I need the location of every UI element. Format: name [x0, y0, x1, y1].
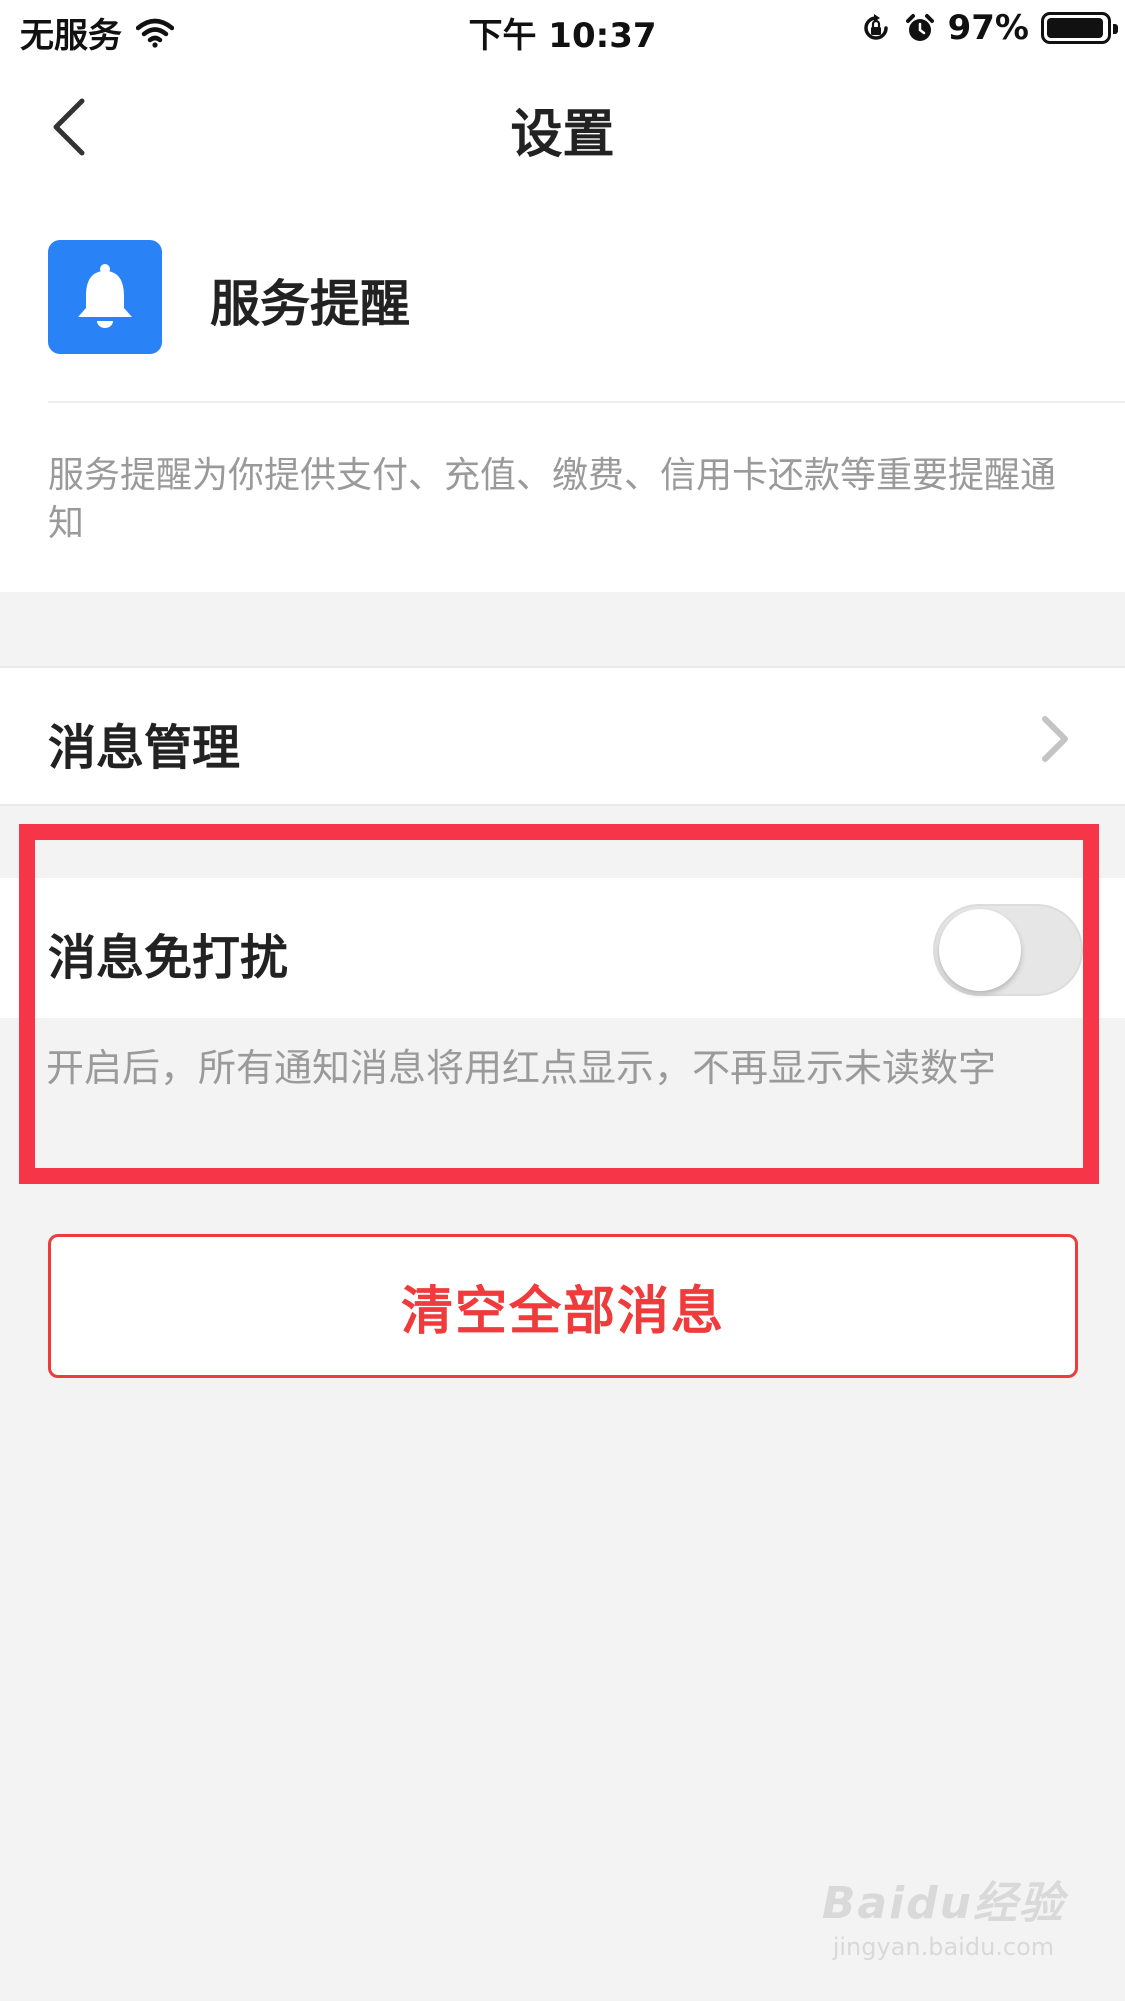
settings-page: 无服务 下午 10:37 97% 设置 服务提醒 服务提醒为你提供支付、充值、缴…: [0, 0, 1125, 2001]
battery-tip: [1113, 24, 1118, 34]
service-name: 服务提醒: [210, 275, 410, 333]
battery-percent: 97%: [947, 8, 1029, 48]
service-icon-tile: [48, 240, 162, 354]
rotation-lock-icon: [863, 14, 888, 40]
nav-bar: 设置: [0, 62, 1125, 190]
do-not-disturb-description: 开启后，所有通知消息将用红点显示，不再显示未读数字: [46, 1046, 997, 1090]
do-not-disturb-row: 消息免打扰: [0, 878, 1125, 1018]
divider: [48, 401, 1125, 403]
message-management-row[interactable]: 消息管理: [0, 666, 1125, 806]
status-right: 97%: [848, 8, 1118, 48]
watermark-sub: jingyan.baidu.com: [832, 1933, 1055, 1961]
message-management-label: 消息管理: [48, 720, 241, 776]
clear-all-messages-label: 清空全部消息: [400, 1281, 725, 1342]
battery-fill: [1047, 18, 1104, 38]
page-title: 设置: [510, 105, 615, 165]
do-not-disturb-label: 消息免打扰: [48, 930, 289, 986]
chevron-right-icon: [1042, 716, 1068, 762]
watermark-main: Baidu经验: [821, 1878, 1065, 1929]
status-bar: 无服务 下午 10:37 97%: [0, 0, 1125, 62]
service-card: 服务提醒 服务提醒为你提供支付、充值、缴费、信用卡还款等重要提醒通知: [0, 190, 1125, 592]
baidu-watermark: Baidu经验 jingyan.baidu.com: [822, 1867, 1065, 1961]
toggle-knob: [939, 909, 1021, 991]
service-description: 服务提醒为你提供支付、充值、缴费、信用卡还款等重要提醒通知: [48, 455, 1057, 544]
alarm-icon: [905, 14, 934, 41]
battery-icon: [1041, 12, 1118, 44]
do-not-disturb-toggle[interactable]: [933, 904, 1083, 996]
clear-all-messages-button[interactable]: 清空全部消息: [48, 1234, 1078, 1378]
bell-icon: [78, 264, 132, 328]
